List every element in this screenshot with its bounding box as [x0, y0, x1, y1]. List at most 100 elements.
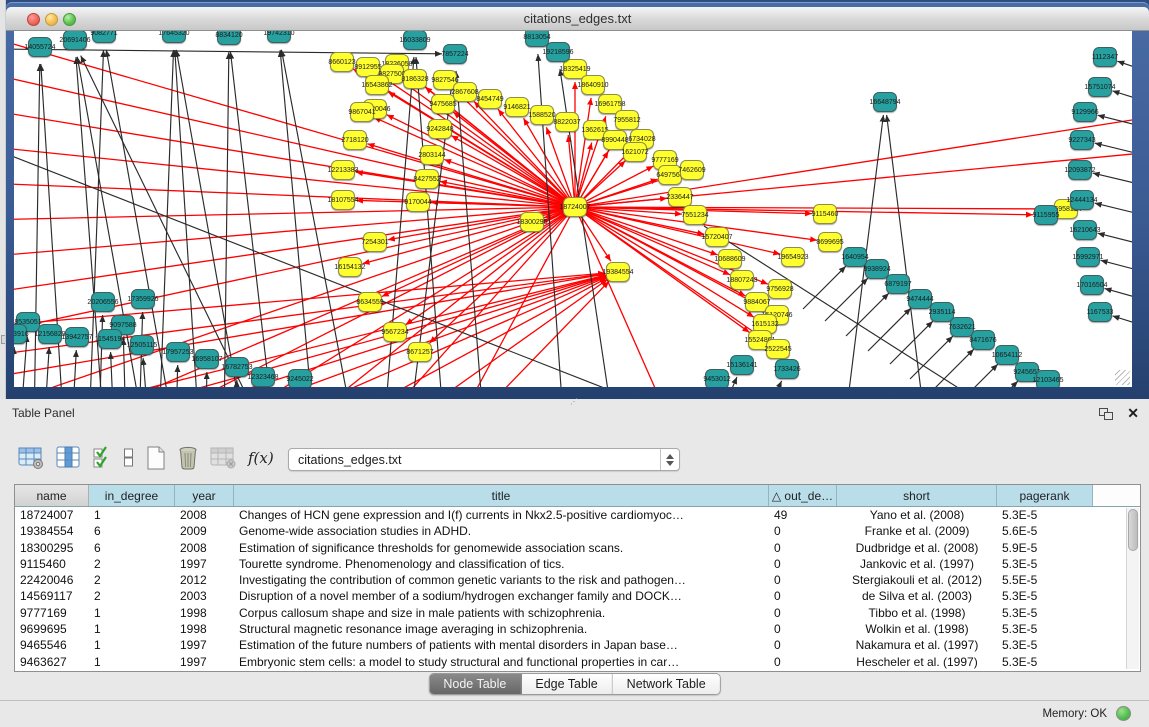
column-header-year[interactable]: year — [175, 485, 234, 506]
cell-name[interactable]: 9115460 — [15, 556, 89, 572]
graph-node[interactable]: 17016504 — [1080, 275, 1104, 295]
graph-node[interactable]: 8938924 — [865, 259, 889, 279]
graph-edge[interactable] — [1112, 316, 1132, 332]
cell-year[interactable]: 1997 — [175, 654, 234, 670]
graph-node[interactable]: 18300295 — [520, 212, 544, 232]
table-scrollbar-thumb[interactable] — [1128, 509, 1138, 551]
cell-pagerank[interactable]: 5.3E-5 — [997, 588, 1093, 604]
graph-node[interactable]: 8186328 — [403, 69, 427, 89]
graph-node[interactable]: 15751074 — [1088, 77, 1112, 97]
tab-network-table[interactable]: Network Table — [613, 674, 720, 694]
graph-node[interactable]: 19218596 — [546, 42, 570, 62]
graph-edge[interactable] — [224, 52, 229, 387]
graph-node[interactable]: 15992971 — [1076, 247, 1100, 267]
cell-pagerank[interactable]: 5.3E-5 — [997, 605, 1093, 621]
cell-year[interactable]: 1997 — [175, 556, 234, 572]
cell-short[interactable]: Dudbridge et al. (2008) — [837, 540, 997, 556]
cell-out_degree[interactable]: 0 — [769, 621, 837, 637]
network-canvas[interactable]: 8660123891295518226058982750816543862818… — [14, 31, 1132, 387]
graph-node[interactable]: 16782753 — [225, 357, 249, 377]
cell-short[interactable]: Nakamura et al. (1997) — [837, 637, 997, 653]
graph-node[interactable]: 16958107 — [195, 349, 219, 369]
delete-columns-icon[interactable] — [177, 445, 199, 471]
graph-node[interactable]: 2522545 — [766, 339, 790, 359]
cell-in_degree[interactable]: 2 — [89, 572, 175, 588]
cell-title[interactable]: Estimation of significance thresholds fo… — [234, 540, 769, 556]
close-panel-icon[interactable]: ✕ — [1127, 405, 1139, 422]
graph-node[interactable]: 9146821 — [505, 97, 529, 117]
graph-node[interactable]: 7955812 — [615, 110, 639, 130]
cell-title[interactable]: Corpus callosum shape and size in male p… — [234, 605, 769, 621]
table-row[interactable]: 946554611997Estimation of the future num… — [15, 637, 1125, 653]
graph-node[interactable]: 7254301 — [363, 232, 387, 252]
graph-node[interactable]: 8834120 — [217, 31, 241, 45]
graph-edge[interactable] — [1093, 173, 1132, 190]
graph-node[interactable]: 8454749 — [478, 89, 502, 109]
table-selector-dropdown[interactable]: citations_edges.txt — [288, 448, 680, 471]
table-row[interactable]: 1830029562008Estimation of significance … — [15, 540, 1125, 556]
graph-node[interactable]: 9474444 — [908, 289, 932, 309]
cell-title[interactable]: Tourette syndrome. Phenomenology and cla… — [234, 556, 769, 572]
cell-in_degree[interactable]: 2 — [89, 556, 175, 572]
graph-node[interactable]: 13942757 — [65, 327, 89, 347]
cell-name[interactable]: 9465546 — [15, 637, 89, 653]
graph-node[interactable]: 8813054 — [525, 31, 549, 47]
graph-node[interactable]: 8427552 — [415, 169, 439, 189]
graph-node[interactable]: 19654923 — [781, 247, 805, 267]
table-scrollbar[interactable] — [1126, 508, 1139, 669]
table-row[interactable]: 1456911722003Disruption of a novel membe… — [15, 588, 1125, 604]
graph-node[interactable]: 2336447 — [668, 187, 692, 207]
graph-edge[interactable] — [281, 50, 354, 387]
cell-name[interactable]: 22420046 — [15, 572, 89, 588]
cell-year[interactable]: 1997 — [175, 637, 234, 653]
graph-node[interactable]: 2867608 — [453, 82, 477, 102]
graph-edge[interactable] — [759, 381, 782, 387]
cell-short[interactable]: Yano et al. (2008) — [837, 507, 997, 523]
cell-year[interactable]: 2012 — [175, 572, 234, 588]
cell-out_degree[interactable]: 0 — [769, 556, 837, 572]
graph-node[interactable]: 16154132 — [338, 257, 362, 277]
graph-node[interactable]: 9227343 — [1070, 130, 1094, 150]
graph-node[interactable]: 17645320 — [162, 31, 186, 43]
graph-edge[interactable] — [975, 381, 1018, 387]
graph-node[interactable]: 12103465 — [1036, 370, 1060, 387]
graph-edge[interactable] — [176, 365, 178, 387]
cell-short[interactable]: Franke et al. (2009) — [837, 523, 997, 539]
graph-node[interactable]: 7857224 — [443, 44, 467, 64]
cell-out_degree[interactable]: 0 — [769, 637, 837, 653]
cell-out_degree[interactable]: 0 — [769, 523, 837, 539]
graph-node[interactable]: 16648794 — [873, 92, 897, 112]
cell-in_degree[interactable]: 6 — [89, 540, 175, 556]
graph-node[interactable]: 6879197 — [886, 274, 910, 294]
graph-edge[interactable] — [955, 364, 998, 387]
panel-collapse-handle[interactable] — [1, 335, 5, 344]
cell-title[interactable]: Embryonic stem cells: a model to study s… — [234, 654, 769, 670]
graph-node[interactable]: 9756928 — [768, 279, 792, 299]
cell-pagerank[interactable]: 5.3E-5 — [997, 556, 1093, 572]
cell-out_degree[interactable]: 49 — [769, 507, 837, 523]
graph-node[interactable]: 18107554 — [331, 190, 355, 210]
graph-node[interactable]: 9115460 — [813, 204, 837, 224]
cell-in_degree[interactable]: 1 — [89, 637, 175, 653]
cell-in_degree[interactable]: 2 — [89, 588, 175, 604]
graph-node[interactable]: 9242848 — [428, 119, 452, 139]
table-row[interactable]: 946362711997Embryonic stem cells: a mode… — [15, 654, 1125, 670]
graph-node[interactable]: 1167533 — [1088, 302, 1112, 322]
cell-name[interactable]: 9777169 — [15, 605, 89, 621]
graph-node[interactable]: 9245022 — [288, 369, 312, 387]
memory-ok-indicator-icon[interactable] — [1116, 706, 1131, 721]
graph-node[interactable]: 9453012 — [705, 369, 729, 387]
graph-edge[interactable] — [143, 358, 149, 387]
cell-title[interactable]: Disruption of a novel member of a sodium… — [234, 588, 769, 604]
graph-node[interactable]: 9867041 — [350, 102, 374, 122]
graph-edge[interactable] — [1112, 91, 1132, 107]
row-height-icon[interactable] — [123, 446, 135, 470]
graph-edge[interactable] — [175, 50, 199, 387]
graph-node[interactable]: 9129966 — [1073, 102, 1097, 122]
cell-pagerank[interactable]: 5.3E-5 — [997, 507, 1093, 523]
column-chooser-icon[interactable] — [56, 446, 82, 470]
panel-splitter-handle[interactable]: ⋰ — [566, 399, 582, 406]
cell-out_degree[interactable]: 0 — [769, 654, 837, 670]
new-table-icon[interactable] — [146, 445, 166, 471]
graph-node[interactable]: 1733426 — [775, 359, 799, 379]
